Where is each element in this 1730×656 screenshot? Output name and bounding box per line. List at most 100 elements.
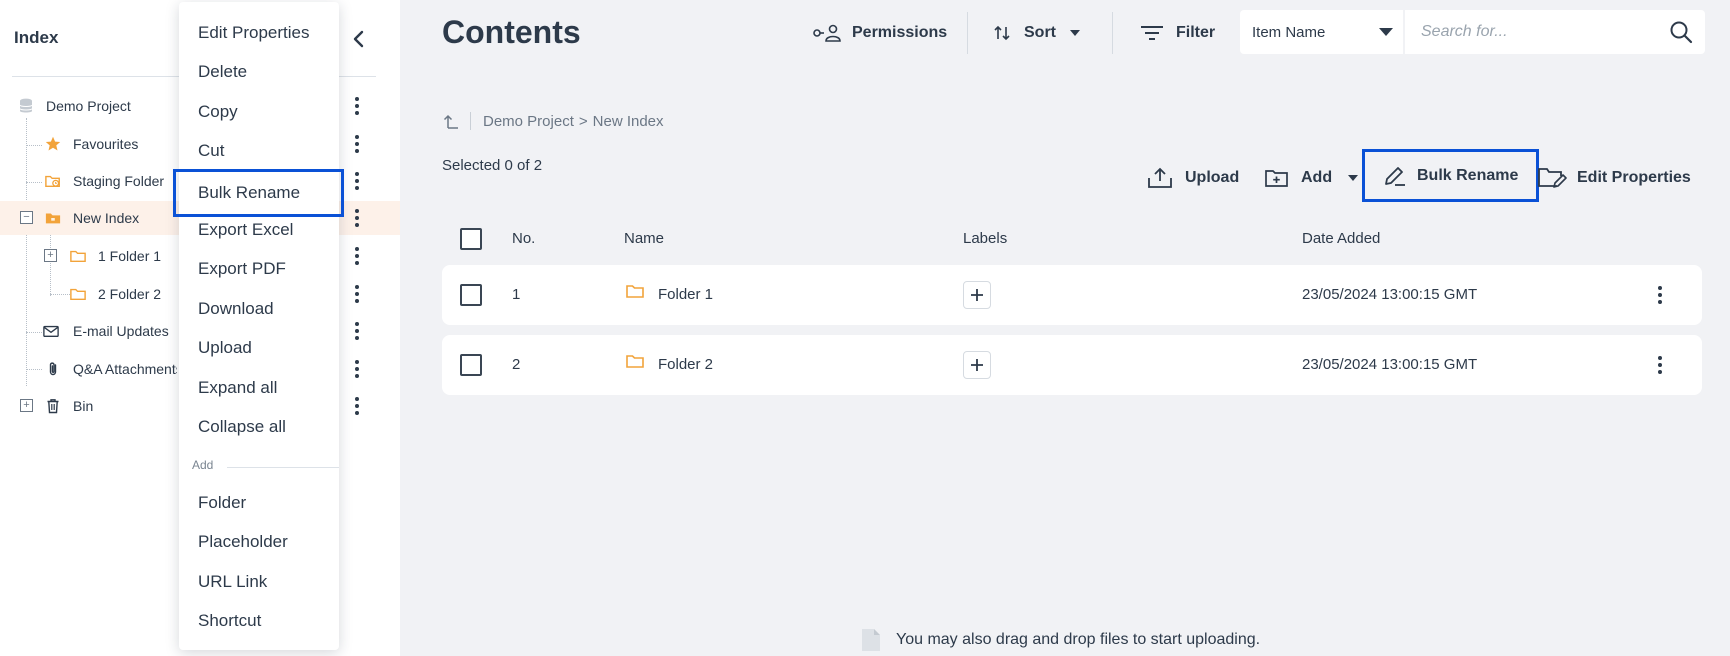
menu-item-export-pdf[interactable]: Export PDF bbox=[179, 251, 339, 287]
kebab-menu-icon[interactable] bbox=[350, 283, 364, 305]
menu-item-download[interactable]: Download bbox=[179, 291, 339, 327]
main-content: Contents Permissions Sort Filter Item Na… bbox=[400, 0, 1730, 656]
menu-item-delete[interactable]: Delete bbox=[179, 54, 339, 90]
kebab-menu-icon[interactable] bbox=[350, 170, 364, 192]
caret-down-icon bbox=[1379, 28, 1393, 36]
permissions-label: Permissions bbox=[852, 24, 948, 41]
search-input[interactable] bbox=[1421, 12, 1661, 52]
sort-icon bbox=[994, 25, 1010, 41]
expand-node-icon[interactable]: + bbox=[44, 249, 57, 262]
collapse-sidebar-icon[interactable] bbox=[347, 26, 369, 52]
tree-item-label: Favourites bbox=[73, 136, 139, 152]
permissions-icon bbox=[813, 24, 841, 42]
breadcrumb: Demo Project > New Index bbox=[442, 112, 664, 130]
plus-icon bbox=[971, 289, 983, 301]
tree-item-label: 2 Folder 2 bbox=[98, 286, 162, 302]
sidebar-title: Index bbox=[14, 28, 59, 47]
menu-item-bulk-rename[interactable]: Bulk Rename bbox=[173, 169, 344, 217]
upload-button[interactable]: Upload bbox=[1147, 163, 1239, 193]
row-date-added: 23/05/2024 13:00:15 GMT bbox=[1302, 356, 1478, 373]
filter-button[interactable]: Filter bbox=[1140, 16, 1215, 50]
pencil-icon bbox=[1385, 166, 1405, 186]
row-checkbox[interactable] bbox=[460, 354, 482, 376]
tree-item-label: Bin bbox=[73, 398, 94, 414]
page-title: Contents bbox=[442, 14, 581, 50]
search-field-select[interactable]: Item Name bbox=[1240, 10, 1403, 54]
select-all-checkbox[interactable] bbox=[460, 228, 482, 250]
permissions-button[interactable]: Permissions bbox=[812, 16, 947, 50]
paperclip-icon bbox=[45, 361, 61, 377]
expand-node-icon[interactable]: + bbox=[20, 399, 33, 412]
add-button[interactable]: Add bbox=[1265, 163, 1360, 193]
kebab-menu-icon[interactable] bbox=[350, 358, 364, 380]
kebab-menu-icon[interactable] bbox=[350, 133, 364, 155]
kebab-menu-icon[interactable] bbox=[350, 395, 364, 417]
column-header-name: Name bbox=[624, 230, 665, 247]
toolbar-separator bbox=[967, 12, 968, 54]
menu-item-add-url-link[interactable]: URL Link bbox=[179, 564, 339, 600]
kebab-menu-icon[interactable] bbox=[350, 320, 364, 342]
add-label-button[interactable] bbox=[963, 281, 991, 309]
menu-item-collapse-all[interactable]: Collapse all bbox=[179, 409, 339, 445]
upload-label: Upload bbox=[1185, 169, 1240, 186]
row-date-added: 23/05/2024 13:00:15 GMT bbox=[1302, 286, 1478, 303]
table-header: No. Name Labels Date Added bbox=[442, 224, 1702, 254]
menu-item-cut[interactable]: Cut bbox=[179, 133, 339, 169]
menu-item-add-placeholder[interactable]: Placeholder bbox=[179, 524, 339, 560]
breadcrumb-current[interactable]: New Index bbox=[593, 113, 664, 130]
back-arrow-icon[interactable] bbox=[442, 112, 460, 130]
menu-item-add-shortcut[interactable]: Shortcut bbox=[179, 603, 339, 639]
tree-item-label: Staging Folder bbox=[73, 173, 165, 189]
dropzone-text: You may also drag and drop files to star… bbox=[896, 631, 1261, 648]
kebab-menu-icon[interactable] bbox=[350, 245, 364, 267]
folder-icon bbox=[70, 248, 86, 264]
row-kebab-menu-icon[interactable] bbox=[1653, 353, 1667, 377]
menu-item-copy[interactable]: Copy bbox=[179, 94, 339, 130]
collapse-node-icon[interactable]: − bbox=[20, 211, 33, 224]
tree-item-label: 1 Folder 1 bbox=[98, 248, 162, 264]
row-name[interactable]: Folder 2 bbox=[658, 356, 713, 373]
add-label-button[interactable] bbox=[963, 351, 991, 379]
table-row[interactable]: 1 Folder 1 23/05/2024 13:00:15 GMT bbox=[442, 265, 1702, 325]
filter-label: Filter bbox=[1176, 24, 1216, 41]
menu-item-export-excel[interactable]: Export Excel bbox=[179, 212, 339, 248]
selection-status: Selected 0 of 2 bbox=[442, 157, 543, 174]
menu-item-upload[interactable]: Upload bbox=[179, 330, 339, 366]
edit-properties-label: Edit Properties bbox=[1577, 169, 1691, 186]
edit-properties-button[interactable]: Edit Properties bbox=[1537, 163, 1691, 193]
context-menu: Edit Properties Delete Copy Cut Bulk Ren… bbox=[173, 2, 344, 650]
tree-item-label: Demo Project bbox=[46, 98, 131, 114]
breadcrumb-root[interactable]: Demo Project bbox=[483, 113, 574, 130]
folder-icon bbox=[626, 283, 646, 301]
kebab-menu-icon[interactable] bbox=[350, 207, 364, 229]
row-number: 2 bbox=[512, 356, 521, 373]
column-header-labels: Labels bbox=[963, 230, 1008, 247]
plus-icon bbox=[971, 359, 983, 371]
row-kebab-menu-icon[interactable] bbox=[1653, 283, 1667, 307]
menu-item-add-folder[interactable]: Folder bbox=[179, 485, 339, 521]
search-icon[interactable] bbox=[1669, 20, 1693, 44]
bulk-rename-button[interactable]: Bulk Rename bbox=[1361, 149, 1540, 202]
filter-icon bbox=[1141, 26, 1163, 40]
menu-section-label: Add bbox=[192, 458, 220, 472]
row-number: 1 bbox=[512, 286, 521, 303]
folder-icon bbox=[70, 286, 86, 302]
bulk-rename-label: Bulk Rename bbox=[1417, 166, 1519, 184]
row-name[interactable]: Folder 1 bbox=[658, 286, 713, 303]
row-checkbox[interactable] bbox=[460, 284, 482, 306]
edit-folder-icon bbox=[1538, 168, 1567, 188]
sort-button[interactable]: Sort bbox=[992, 16, 1082, 50]
star-icon bbox=[45, 136, 61, 152]
table-row[interactable]: 2 Folder 2 23/05/2024 13:00:15 GMT bbox=[442, 335, 1702, 395]
search-field-value: Item Name bbox=[1252, 23, 1326, 41]
database-icon bbox=[18, 98, 34, 114]
menu-item-expand-all[interactable]: Expand all bbox=[179, 370, 339, 406]
add-label: Add bbox=[1301, 169, 1333, 186]
mail-icon bbox=[43, 323, 59, 339]
toolbar-separator bbox=[1112, 12, 1113, 54]
dropzone-hint: You may also drag and drop files to star… bbox=[860, 628, 1260, 652]
trash-icon bbox=[45, 398, 61, 414]
caret-down-icon bbox=[1348, 175, 1359, 181]
kebab-menu-icon[interactable] bbox=[350, 95, 364, 117]
menu-item-edit-properties[interactable]: Edit Properties bbox=[179, 15, 339, 51]
